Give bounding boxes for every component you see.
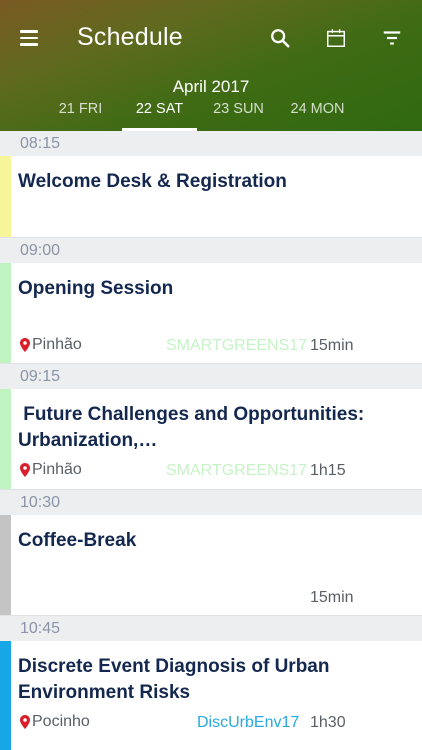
- tab-day-22[interactable]: 22 SAT: [120, 98, 199, 131]
- track-label: SMARTGREENS17: [166, 337, 308, 354]
- time-header: 08:15: [0, 131, 422, 156]
- location-pin-icon: [20, 338, 30, 352]
- tab-day-24[interactable]: 24 MON: [278, 98, 357, 131]
- session-title: Future Challenges and Opportunities: Urb…: [18, 404, 370, 451]
- time-header: 09:15: [0, 364, 422, 389]
- location-label: Pocinho: [32, 713, 90, 730]
- track-color-bar: [0, 156, 11, 237]
- time-header: 10:45: [0, 616, 422, 641]
- session-location: Pinhão: [20, 461, 82, 479]
- duration-label: 15min: [310, 589, 354, 606]
- track-label: SMARTGREENS17: [166, 462, 308, 479]
- track-color-bar: [0, 515, 11, 615]
- app-screen: Schedule April 2017 21 FRI 22 SAT 23 SUN…: [0, 0, 422, 750]
- app-header: Schedule April 2017 21 FRI 22 SAT 23 SUN…: [0, 0, 422, 131]
- time-label: 10:30: [20, 494, 61, 511]
- calendar-icon[interactable]: [320, 22, 352, 54]
- track-color-bar: [0, 389, 11, 489]
- time-header: 10:30: [0, 490, 422, 515]
- session-title: Discrete Event Diagnosis of Urban Enviro…: [18, 656, 330, 703]
- session-item[interactable]: Welcome Desk & Registration: [0, 156, 422, 238]
- time-label: 08:15: [20, 135, 61, 152]
- duration-label: 15min: [310, 337, 354, 354]
- search-icon[interactable]: [264, 22, 296, 54]
- filter-icon[interactable]: [376, 22, 408, 54]
- session-title: Welcome Desk & Registration: [18, 171, 287, 192]
- time-label: 09:00: [20, 242, 61, 259]
- location-label: Pinhão: [32, 461, 82, 478]
- time-header: 09:00: [0, 238, 422, 263]
- track-label: DiscUrbEnv17: [197, 714, 300, 731]
- session-item[interactable]: Future Challenges and Opportunities: Urb…: [0, 389, 422, 490]
- session-title: Coffee-Break: [18, 530, 137, 551]
- session-location: Pocinho: [20, 713, 90, 731]
- track-color-bar: [0, 263, 11, 363]
- page-title: Schedule: [77, 23, 183, 51]
- duration-label: 1h30: [310, 714, 346, 731]
- time-label: 09:15: [20, 368, 61, 385]
- track-color-bar: [0, 641, 11, 750]
- location-pin-icon: [20, 463, 30, 477]
- duration-label: 1h15: [310, 462, 346, 479]
- day-tabs: 21 FRI 22 SAT 23 SUN 24 MON: [41, 98, 357, 131]
- session-item[interactable]: Discrete Event Diagnosis of Urban Enviro…: [0, 641, 422, 750]
- schedule-list: 08:15 Welcome Desk & Registration 09:00 …: [0, 131, 422, 750]
- location-label: Pinhão: [32, 336, 82, 353]
- tab-day-21[interactable]: 21 FRI: [41, 98, 120, 131]
- session-title: Opening Session: [18, 278, 174, 299]
- session-location: Pinhão: [20, 336, 82, 354]
- tab-day-23[interactable]: 23 SUN: [199, 98, 278, 131]
- session-item[interactable]: Opening Session Pinhão SMARTGREENS17 15m…: [0, 263, 422, 364]
- location-pin-icon: [20, 715, 30, 729]
- month-label: April 2017: [172, 77, 250, 96]
- session-item[interactable]: Coffee-Break 15min: [0, 515, 422, 616]
- time-label: 10:45: [20, 620, 61, 637]
- menu-icon[interactable]: [14, 24, 46, 52]
